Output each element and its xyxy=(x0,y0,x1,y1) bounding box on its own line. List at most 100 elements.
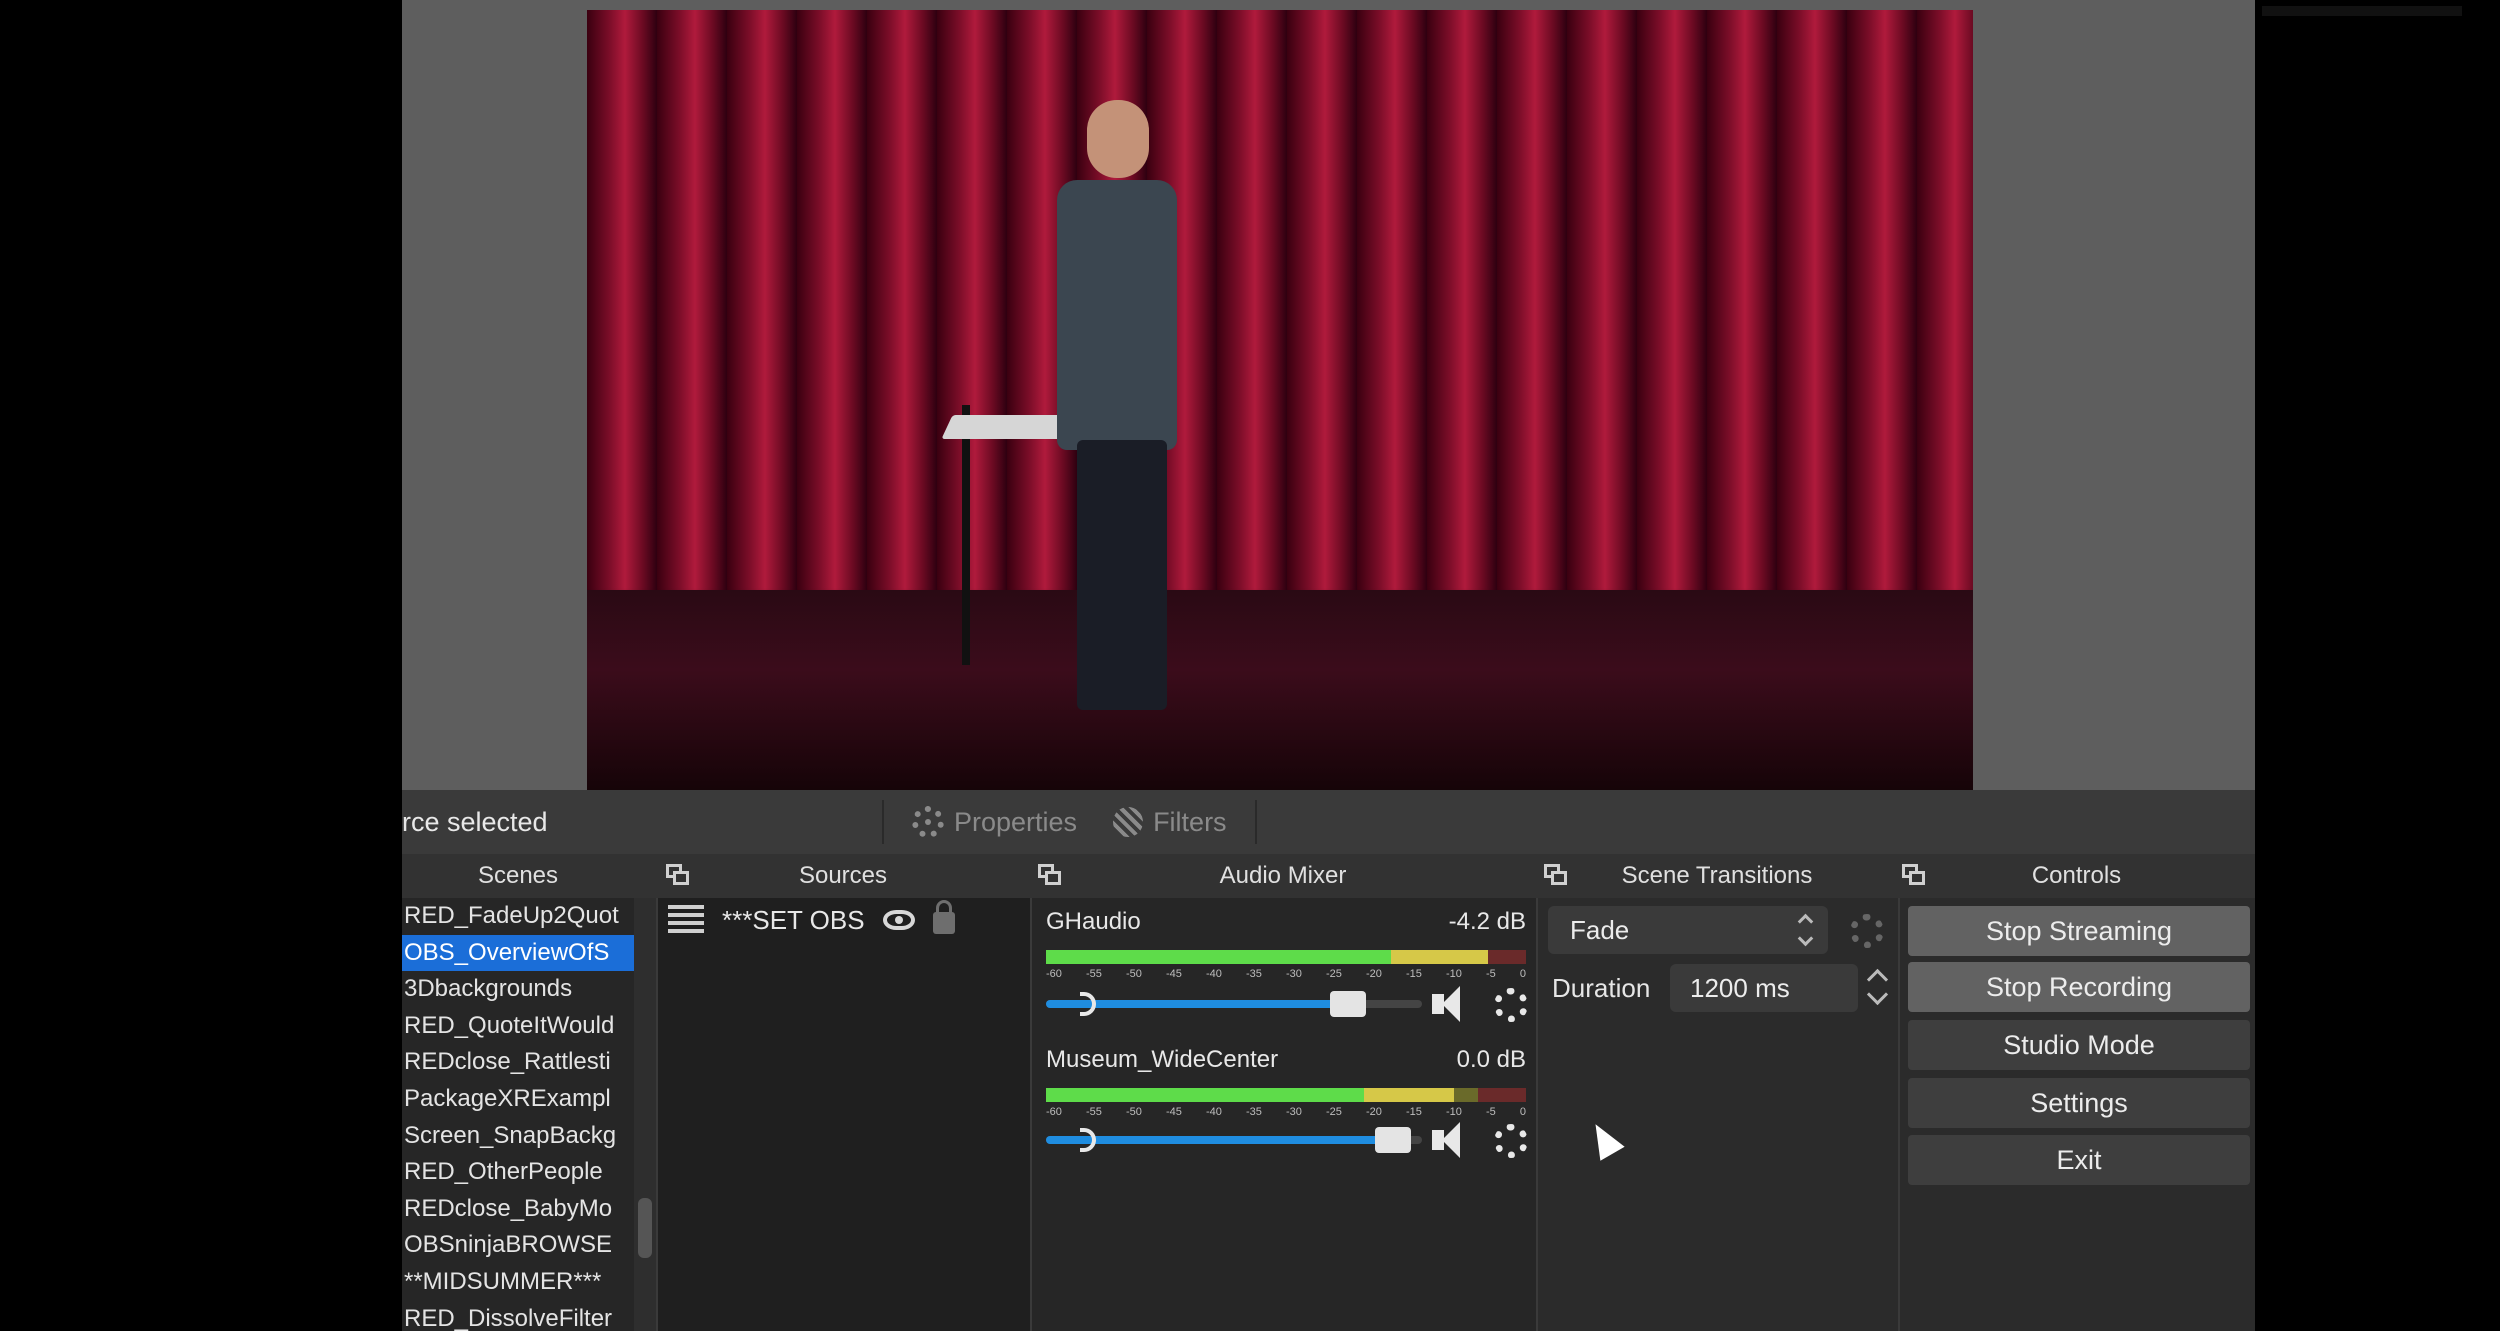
tick-label: -60 xyxy=(1046,1106,1062,1118)
tick-label: -20 xyxy=(1366,968,1382,980)
sources-header: Sources xyxy=(798,862,888,889)
tick-label: -5 xyxy=(1486,968,1496,980)
speaker-icon[interactable] xyxy=(1432,1122,1482,1158)
properties-button[interactable]: Properties xyxy=(894,806,1095,838)
tick-label: -20 xyxy=(1366,1106,1382,1118)
stage-floor xyxy=(587,590,1973,790)
source-name: ***SET OBS xyxy=(722,904,865,935)
dock-headers: Scenes Sources Audio Mixer Scene Transit… xyxy=(402,854,2255,898)
mixer-channel: Museum_WideCenter 0.0 dB -60 -55 -50 -45 -40… xyxy=(1046,998,1528,1158)
tick-label: -45 xyxy=(1166,968,1182,980)
channel-name: GHaudio xyxy=(1046,908,1141,935)
filters-icon xyxy=(1113,807,1144,837)
scene-item[interactable]: RED_DissolveFilter xyxy=(402,1301,634,1331)
channel-db: 0.0 dB xyxy=(1456,1046,1526,1073)
meter-ticks: -60 -55 -50 -45 -40 -35 -30 -25 -20 -15 -10 -5 0 xyxy=(1046,1106,1526,1120)
stop-recording-button[interactable]: Stop Recording xyxy=(1908,962,2250,1012)
tick-label: -40 xyxy=(1206,1106,1222,1118)
toolbar-separator xyxy=(882,800,884,844)
tick-label: -50 xyxy=(1126,968,1142,980)
audio-mixer: GHaudio -4.2 dB -60 -55 -50 -45 -40 -35 -30 -25… xyxy=(1030,898,1538,1331)
volume-knob[interactable] xyxy=(1374,1127,1411,1153)
tick-label: -5 xyxy=(1486,1106,1496,1118)
tick-label: -55 xyxy=(1086,1106,1102,1118)
scene-item[interactable]: PackageXRExampl xyxy=(402,1081,634,1118)
tick-label: -25 xyxy=(1326,1106,1342,1118)
level-meter xyxy=(1046,1088,1526,1102)
tick-label: -25 xyxy=(1326,968,1342,980)
settings-button[interactable]: Settings xyxy=(1908,1078,2250,1128)
scene-item[interactable]: REDclose_Rattlesti xyxy=(402,1044,634,1081)
keyboard-stand xyxy=(962,405,970,665)
toolbar-separator xyxy=(1254,800,1257,844)
presenter-head xyxy=(1087,100,1149,178)
meter-ticks: -60 -55 -50 -45 -40 -35 -30 -25 -20 -15 -10 -5 0 xyxy=(1046,968,1526,982)
tick-label: -30 xyxy=(1286,1106,1302,1118)
tick-label: 0 xyxy=(1519,1106,1526,1118)
scene-transitions-panel: Fade Duration 1200 ms xyxy=(1536,898,1900,1331)
obs-window: rce selected Properties Filters Scenes S… xyxy=(402,0,2255,1331)
scene-item[interactable]: REDclose_BabyMo xyxy=(402,1191,634,1228)
audio-mixer-header: Audio Mixer xyxy=(1219,862,1347,889)
source-item[interactable]: ***SET OBS xyxy=(658,898,1032,942)
gear-icon xyxy=(912,806,944,838)
lock-icon[interactable] xyxy=(932,900,955,934)
scenes-header: Scenes xyxy=(477,862,559,889)
preview-canvas[interactable] xyxy=(587,10,1973,790)
tick-label: -35 xyxy=(1246,968,1262,980)
tick-label: -10 xyxy=(1446,968,1462,980)
duration-stepper[interactable] xyxy=(1864,964,1894,1012)
sources-list: ***SET OBS xyxy=(656,898,1032,1331)
no-source-selected-label: rce selected xyxy=(402,806,548,837)
duration-input[interactable]: 1200 ms xyxy=(1670,964,1858,1012)
speaker-wave-icon xyxy=(1080,1128,1096,1152)
tick-label: -45 xyxy=(1166,1106,1182,1118)
scene-item[interactable]: RED_QuoteItWould xyxy=(402,1008,634,1045)
controls-header: Controls xyxy=(2031,862,2122,889)
preview-area xyxy=(402,0,2255,790)
scene-item[interactable]: **MIDSUMMER*** xyxy=(402,1264,634,1301)
scene-item-selected[interactable]: OBS_OverviewOfS xyxy=(402,934,634,972)
tick-label: -10 xyxy=(1446,1106,1462,1118)
channel-db: -4.2 dB xyxy=(1448,908,1526,935)
scene-item[interactable]: RED_FadeUp2Quot xyxy=(402,898,634,935)
scene-item[interactable]: RED_OtherPeople xyxy=(402,1154,634,1191)
controls-panel: Stop Streaming Stop Recording Studio Mod… xyxy=(1898,898,2255,1331)
duration-label: Duration xyxy=(1552,973,1651,1003)
presenter-legs xyxy=(1077,440,1167,710)
scene-item[interactable]: Screen_SnapBackg xyxy=(402,1118,634,1155)
properties-label: Properties xyxy=(954,806,1078,837)
list-icon xyxy=(668,905,704,935)
studio-mode-button[interactable]: Studio Mode xyxy=(1908,1020,2250,1070)
presenter xyxy=(1017,100,1197,720)
channel-name: Museum_WideCenter xyxy=(1046,1046,1279,1073)
meter-level xyxy=(1046,1088,1454,1102)
transition-select[interactable]: Fade xyxy=(1548,906,1828,954)
stop-streaming-button[interactable]: Stop Streaming xyxy=(1908,906,2250,956)
tick-label: 0 xyxy=(1519,968,1526,980)
scene-item[interactable]: OBSninjaBROWSE xyxy=(402,1227,634,1264)
volume-fill xyxy=(1046,1136,1411,1144)
scrollbar-thumb[interactable] xyxy=(638,1198,652,1258)
scene-item[interactable]: 3Dbackgrounds xyxy=(402,971,634,1008)
transition-select-value: Fade xyxy=(1570,915,1630,945)
eye-icon[interactable] xyxy=(882,910,915,930)
scene-transitions-header: Scene Transitions xyxy=(1621,862,1813,889)
filters-label: Filters xyxy=(1153,806,1227,837)
tick-label: -50 xyxy=(1126,1106,1142,1118)
gear-icon[interactable] xyxy=(1494,1124,1528,1158)
tick-label: -40 xyxy=(1206,968,1222,980)
tick-label: -15 xyxy=(1406,968,1422,980)
window-edge-bar xyxy=(2262,6,2462,16)
exit-button[interactable]: Exit xyxy=(1908,1135,2250,1185)
volume-slider[interactable] xyxy=(1046,1127,1422,1153)
filters-button[interactable]: Filters xyxy=(1095,807,1245,838)
tick-label: -35 xyxy=(1246,1106,1262,1118)
scenes-list: RED_FadeUp2Quot OBS_OverviewOfS 3Dbackgr… xyxy=(402,898,634,1331)
scenes-scrollbar[interactable] xyxy=(634,898,656,1331)
meter-level xyxy=(1046,950,1488,964)
tick-label: -55 xyxy=(1086,968,1102,980)
presenter-torso xyxy=(1057,180,1177,450)
gear-icon[interactable] xyxy=(1850,914,1884,948)
tick-label: -15 xyxy=(1406,1106,1422,1118)
